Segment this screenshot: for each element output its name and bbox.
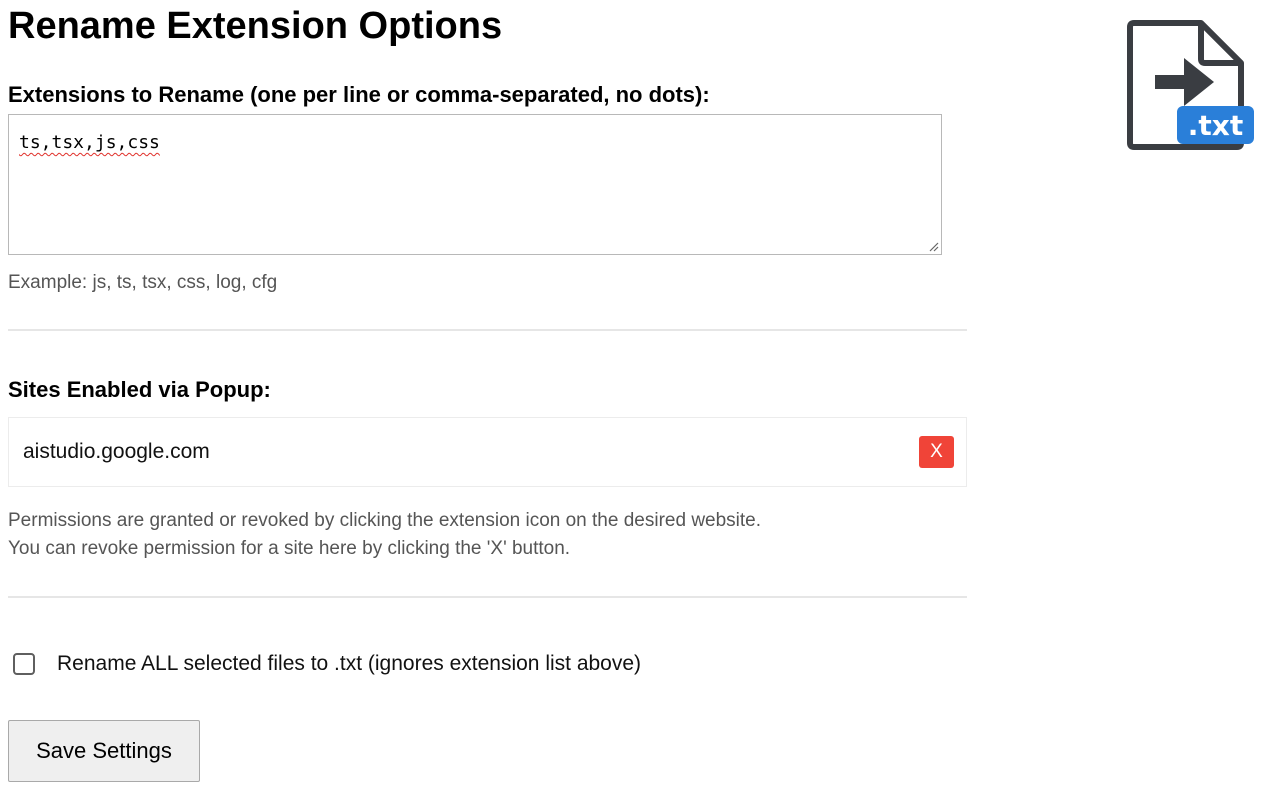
permissions-help-line-2: You can revoke permission for a site her… [8, 538, 571, 559]
file-arrow-txt-icon: .txt [1127, 20, 1254, 150]
extensions-textarea[interactable]: ts,tsx,js,css [8, 114, 942, 255]
page-title: Rename Extension Options [8, 5, 503, 47]
resize-grip-icon[interactable] [929, 242, 939, 252]
logo-badge-text: .txt [1188, 109, 1243, 142]
options-page: Rename Extension Options .txt Extensions… [0, 0, 1280, 800]
sites-label: Sites Enabled via Popup: [8, 377, 271, 402]
rename-all-label[interactable]: Rename ALL selected files to .txt (ignor… [57, 650, 641, 678]
remove-site-button[interactable]: X [919, 436, 954, 468]
rename-all-checkbox[interactable] [13, 653, 35, 675]
extensions-example-hint: Example: js, ts, tsx, css, log, cfg [8, 272, 278, 293]
save-settings-button[interactable]: Save Settings [8, 720, 200, 782]
permissions-help-line-1: Permissions are granted or revoked by cl… [8, 510, 762, 531]
extensions-label: Extensions to Rename (one per line or co… [8, 82, 710, 107]
site-name: aistudio.google.com [23, 440, 210, 463]
section-divider [8, 596, 967, 598]
site-list-item: aistudio.google.com X [8, 417, 967, 487]
section-divider [8, 329, 967, 331]
extensions-textarea-value: ts,tsx,js,css [19, 132, 160, 153]
